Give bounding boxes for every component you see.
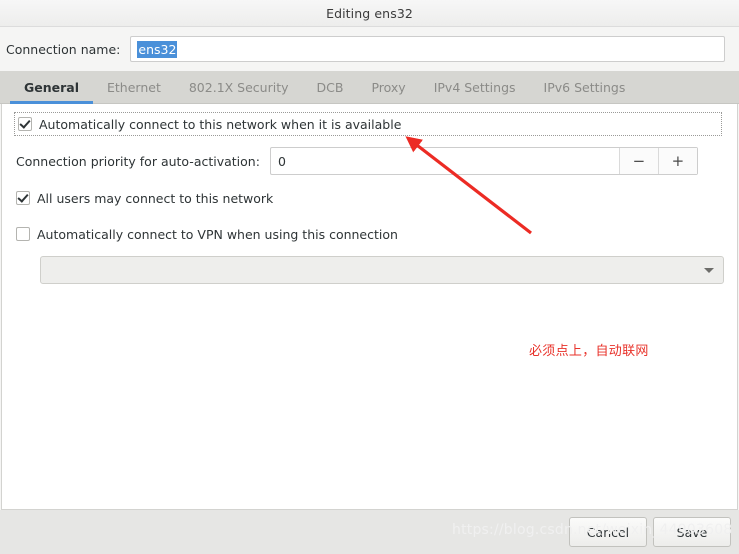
tab-8021x-security-label: 802.1X Security xyxy=(188,79,289,95)
auto-vpn-label: Automatically connect to VPN when using … xyxy=(37,226,398,242)
vpn-combo-wrap xyxy=(16,256,724,284)
tab-general[interactable]: General xyxy=(10,71,93,104)
save-button[interactable]: Save xyxy=(653,517,731,547)
all-users-label: All users may connect to this network xyxy=(37,190,274,206)
titlebar: Editing ens32 xyxy=(0,0,739,27)
chevron-down-icon xyxy=(704,267,714,273)
tab-general-label: General xyxy=(24,79,79,95)
tab-proxy[interactable]: Proxy xyxy=(357,71,419,103)
settings-notebook: General Ethernet 802.1X Security DCB Pro… xyxy=(0,71,739,510)
tab-dcb-label: DCB xyxy=(316,79,344,95)
auto-connect-row[interactable]: Automatically connect to this network wh… xyxy=(14,112,722,136)
tab-dcb[interactable]: DCB xyxy=(303,71,358,103)
auto-connect-checkbox[interactable] xyxy=(18,117,32,131)
connection-name-row: Connection name: ens32 xyxy=(0,27,739,71)
all-users-row[interactable]: All users may connect to this network xyxy=(16,186,723,210)
vpn-connection-combobox[interactable] xyxy=(40,256,724,284)
tab-ipv6-settings[interactable]: IPv6 Settings xyxy=(530,71,640,103)
connection-priority-label: Connection priority for auto-activation: xyxy=(16,153,260,169)
tab-ipv4-settings-label: IPv4 Settings xyxy=(433,79,516,95)
connection-priority-row: Connection priority for auto-activation:… xyxy=(16,146,723,176)
all-users-checkbox[interactable] xyxy=(16,191,30,205)
editing-connection-dialog: Editing ens32 Connection name: ens32 Gen… xyxy=(0,0,739,554)
dialog-action-bar: Cancel Save xyxy=(0,510,739,554)
tab-ethernet-label: Ethernet xyxy=(107,79,161,95)
tab-ipv4-settings[interactable]: IPv4 Settings xyxy=(420,71,530,103)
window-title: Editing ens32 xyxy=(326,5,413,21)
annotation-text: 必须点上，自动联网 xyxy=(529,344,649,359)
cancel-button[interactable]: Cancel xyxy=(569,517,647,547)
tab-proxy-label: Proxy xyxy=(371,79,406,95)
tab-bar: General Ethernet 802.1X Security DCB Pro… xyxy=(0,71,739,104)
connection-name-label: Connection name: xyxy=(6,41,121,57)
auto-connect-label: Automatically connect to this network wh… xyxy=(39,116,402,132)
priority-decrement-button[interactable]: − xyxy=(618,148,658,174)
auto-vpn-row[interactable]: Automatically connect to VPN when using … xyxy=(16,222,723,246)
tab-8021x-security[interactable]: 802.1X Security xyxy=(175,71,303,103)
general-tab-page: Automatically connect to this network wh… xyxy=(1,104,738,510)
connection-priority-spinner[interactable]: 0 − + xyxy=(269,147,698,175)
connection-name-input[interactable]: ens32 xyxy=(130,36,725,62)
auto-vpn-checkbox[interactable] xyxy=(16,227,30,241)
tab-ipv6-settings-label: IPv6 Settings xyxy=(543,79,626,95)
priority-increment-button[interactable]: + xyxy=(657,148,697,174)
connection-priority-value[interactable]: 0 xyxy=(271,148,619,174)
tab-ethernet[interactable]: Ethernet xyxy=(93,71,175,103)
connection-name-value: ens32 xyxy=(137,40,178,58)
